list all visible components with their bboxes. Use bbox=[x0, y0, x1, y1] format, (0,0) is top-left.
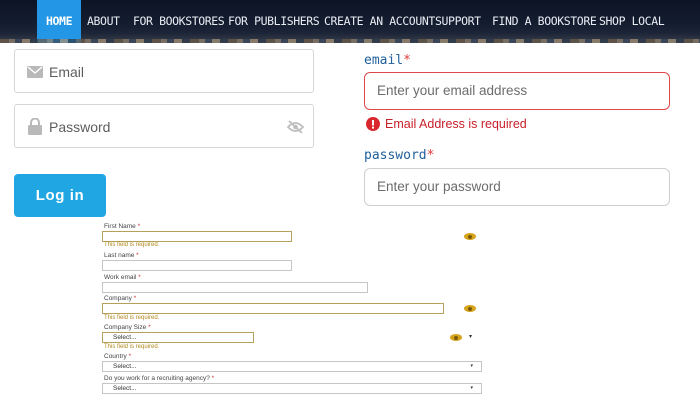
country-label: Country * bbox=[104, 353, 131, 360]
recruiting-select[interactable]: Select... ▾ bbox=[102, 383, 482, 394]
country-select-value: Select... bbox=[113, 363, 137, 370]
warning-eye-icon bbox=[464, 233, 476, 240]
nav-create-account[interactable]: CREATE AN ACCOUNT bbox=[324, 0, 435, 43]
first-name-error: This field is required. bbox=[104, 242, 160, 248]
nav-find-bookstore[interactable]: FIND A BOOKSTORE bbox=[492, 0, 597, 43]
warning-eye-icon bbox=[464, 305, 476, 312]
required-asterisk: * bbox=[403, 53, 411, 68]
last-name-input[interactable] bbox=[102, 260, 292, 271]
nav-shop-local[interactable]: SHOP LOCAL bbox=[599, 0, 665, 43]
password-input[interactable]: Enter your password bbox=[364, 168, 670, 206]
top-nav: HOME ABOUT FOR BOOKSTORES FOR PUBLISHERS… bbox=[0, 0, 700, 43]
dropdown-arrow-icon: ▾ bbox=[469, 334, 473, 340]
email-input[interactable]: Enter your email address bbox=[364, 72, 670, 110]
eye-slash-icon[interactable] bbox=[287, 120, 304, 134]
login-email-field[interactable]: Email bbox=[14, 49, 314, 93]
password-label: password* bbox=[364, 148, 434, 163]
work-email-input[interactable] bbox=[102, 282, 368, 293]
recruiting-label-text: Do you work for a recruiting agency? bbox=[104, 375, 210, 382]
company-input[interactable] bbox=[102, 303, 444, 314]
required-asterisk: * bbox=[128, 353, 132, 360]
country-label-text: Country bbox=[104, 353, 127, 360]
company-size-select[interactable]: Select... bbox=[102, 332, 254, 343]
work-email-label: Work email * bbox=[104, 274, 141, 281]
nav-about[interactable]: ABOUT bbox=[87, 0, 120, 43]
work-email-label-text: Work email bbox=[104, 274, 137, 281]
nav-home[interactable]: HOME bbox=[37, 0, 82, 43]
email-label: email* bbox=[364, 53, 411, 68]
company-size-error: This field is required. bbox=[104, 344, 160, 350]
required-asterisk: * bbox=[148, 324, 151, 331]
login-password-field[interactable]: Password bbox=[14, 104, 314, 148]
password-label-text: password bbox=[364, 148, 427, 163]
login-button[interactable]: Log in bbox=[14, 174, 106, 217]
last-name-label: Last name * bbox=[104, 252, 139, 259]
company-label: Company * bbox=[104, 295, 136, 302]
required-asterisk: * bbox=[426, 148, 435, 163]
error-alert-icon bbox=[366, 117, 380, 131]
nav-for-publishers[interactable]: FOR PUBLISHERS bbox=[228, 0, 320, 43]
login-password-placeholder: Password bbox=[49, 119, 111, 135]
dropdown-arrow-icon: ▾ bbox=[470, 385, 473, 391]
warning-eye-icon bbox=[450, 334, 462, 341]
dropdown-arrow-icon: ▾ bbox=[470, 363, 473, 369]
recruiting-label: Do you work for a recruiting agency? * bbox=[104, 375, 214, 382]
nav-support[interactable]: SUPPORT bbox=[435, 0, 481, 43]
first-name-label-text: First Name bbox=[104, 223, 136, 230]
required-asterisk: * bbox=[136, 252, 139, 259]
login-email-placeholder: Email bbox=[49, 64, 85, 80]
country-select[interactable]: Select... ▾ bbox=[102, 361, 482, 372]
company-size-label-text: Company Size bbox=[104, 324, 147, 331]
company-size-label: Company Size * bbox=[104, 324, 151, 331]
email-error-text: Email Address is required bbox=[385, 117, 527, 131]
required-asterisk: * bbox=[137, 223, 141, 230]
required-asterisk: * bbox=[211, 375, 215, 382]
first-name-input[interactable] bbox=[102, 231, 292, 242]
company-size-select-value: Select... bbox=[113, 334, 137, 341]
required-asterisk: * bbox=[133, 295, 137, 302]
required-asterisk: * bbox=[138, 274, 141, 281]
email-label-text: email bbox=[364, 53, 404, 68]
first-name-label: First Name * bbox=[104, 223, 140, 230]
company-label-text: Company bbox=[104, 295, 132, 302]
recruiting-select-value: Select... bbox=[113, 385, 137, 392]
lock-icon bbox=[28, 118, 42, 135]
company-error: This field is required. bbox=[104, 315, 160, 321]
envelope-icon bbox=[27, 66, 43, 78]
last-name-label-text: Last name bbox=[104, 252, 135, 259]
nav-for-bookstores[interactable]: FOR BOOKSTORES bbox=[133, 0, 225, 43]
